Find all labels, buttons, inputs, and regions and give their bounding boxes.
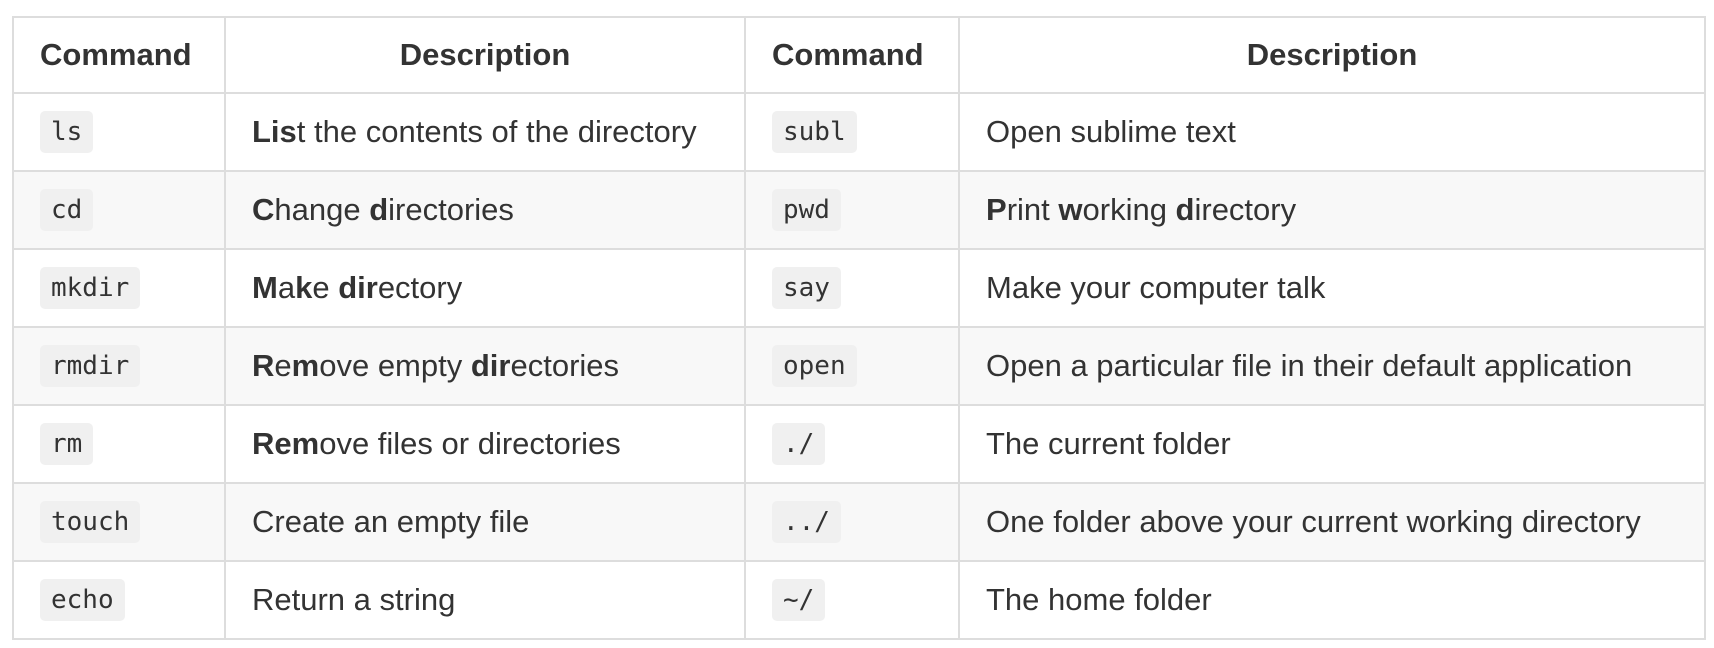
command-cell-left: cd [12, 170, 226, 250]
table-row: touch Create an empty file ../ One folder a… [12, 482, 1706, 562]
description-text: ove empty [319, 348, 471, 383]
commands-table-container: Command Description Command Description … [12, 16, 1706, 640]
description-text: Make your computer talk [986, 270, 1326, 305]
description-text: One folder above your current working di… [986, 504, 1641, 539]
description-text: Open a particular file in their default … [986, 348, 1633, 383]
description-text: The home folder [986, 582, 1212, 617]
description-cell-right: Make your computer talk [958, 248, 1706, 328]
table-row: rm Remove files or directories ./ The curre… [12, 404, 1706, 484]
description-emphasis: d [369, 192, 389, 227]
description-emphasis: R [252, 348, 275, 383]
command-code: ../ [772, 501, 841, 543]
description-cell-left: Create an empty file [224, 482, 746, 562]
command-code: pwd [772, 189, 841, 231]
command-code: ./ [772, 423, 826, 465]
description-emphasis: Rem [252, 426, 320, 461]
description-text: e [274, 348, 292, 383]
description-emphasis: dir [470, 348, 511, 383]
description-cell-right: Open sublime text [958, 92, 1706, 172]
command-cell-left: touch [12, 482, 226, 562]
description-text: rint [1006, 192, 1059, 227]
header-description-left: Description [224, 16, 746, 94]
command-cell-left: rmdir [12, 326, 226, 406]
description-text: t the contents of the directory [296, 114, 697, 149]
description-emphasis: k [295, 270, 313, 305]
command-code: ls [40, 111, 94, 153]
table-row: echo Return a string ~/ The home folder [12, 560, 1706, 640]
command-cell-left: rm [12, 404, 226, 484]
description-text: Create an empty file [252, 504, 530, 539]
description-cell-left: List the contents of the directory [224, 92, 746, 172]
description-text: ove files or directories [319, 426, 621, 461]
table-row: mkdir Make directory say Make your computer… [12, 248, 1706, 328]
command-cell-left: ls [12, 92, 226, 172]
command-cell-right: say [744, 248, 960, 328]
description-emphasis: P [986, 192, 1007, 227]
command-code: touch [40, 501, 141, 543]
description-cell-left: Change directories [224, 170, 746, 250]
description-emphasis: m [291, 348, 320, 383]
description-text: a [277, 270, 296, 305]
description-emphasis: M [252, 270, 278, 305]
description-cell-right: The home folder [958, 560, 1706, 640]
description-text: irectories [388, 192, 514, 227]
command-code: open [772, 345, 857, 387]
description-text: irectory [1194, 192, 1297, 227]
header-command-right: Command [744, 16, 960, 94]
command-cell-right: ../ [744, 482, 960, 562]
description-cell-right: The current folder [958, 404, 1706, 484]
table-header: Command Description Command Description [12, 16, 1706, 94]
description-text: Open sublime text [986, 114, 1236, 149]
description-emphasis: d [1175, 192, 1195, 227]
description-text: ectories [510, 348, 620, 383]
description-cell-right: Print working directory [958, 170, 1706, 250]
description-cell-left: Remove empty directories [224, 326, 746, 406]
command-code: rm [40, 423, 94, 465]
command-cell-left: mkdir [12, 248, 226, 328]
command-code: cd [40, 189, 94, 231]
description-cell-left: Make directory [224, 248, 746, 328]
command-code: mkdir [40, 267, 141, 309]
description-text: e [312, 270, 339, 305]
description-text: The current folder [986, 426, 1231, 461]
table-row: cd Change directories pwd Print working dir… [12, 170, 1706, 250]
command-code: say [772, 267, 841, 309]
description-cell-left: Return a string [224, 560, 746, 640]
description-emphasis: C [252, 192, 275, 227]
description-emphasis: w [1058, 192, 1083, 227]
description-text: orking [1082, 192, 1176, 227]
command-cell-right: open [744, 326, 960, 406]
command-code: ~/ [772, 579, 826, 621]
command-cell-right: pwd [744, 170, 960, 250]
header-command-left: Command [12, 16, 226, 94]
table-row: rmdir Remove empty directories open Open a … [12, 326, 1706, 406]
command-code: echo [40, 579, 125, 621]
table-row: ls List the contents of the directory subl… [12, 92, 1706, 172]
description-text: hange [274, 192, 370, 227]
command-cell-right: subl [744, 92, 960, 172]
description-text: ectory [377, 270, 463, 305]
command-cell-right: ~/ [744, 560, 960, 640]
description-text: Return a string [252, 582, 456, 617]
command-code: subl [772, 111, 857, 153]
header-description-right: Description [958, 16, 1706, 94]
command-cell-right: ./ [744, 404, 960, 484]
description-emphasis: dir [338, 270, 378, 305]
description-cell-right: Open a particular file in their default … [958, 326, 1706, 406]
header-row: Command Description Command Description [12, 16, 1706, 94]
table-body: ls List the contents of the directory subl… [12, 92, 1706, 640]
command-cell-left: echo [12, 560, 226, 640]
description-emphasis: Lis [252, 114, 297, 149]
command-code: rmdir [40, 345, 141, 387]
description-cell-right: One folder above your current working di… [958, 482, 1706, 562]
commands-table: Command Description Command Description … [12, 16, 1706, 640]
description-cell-left: Remove files or directories [224, 404, 746, 484]
